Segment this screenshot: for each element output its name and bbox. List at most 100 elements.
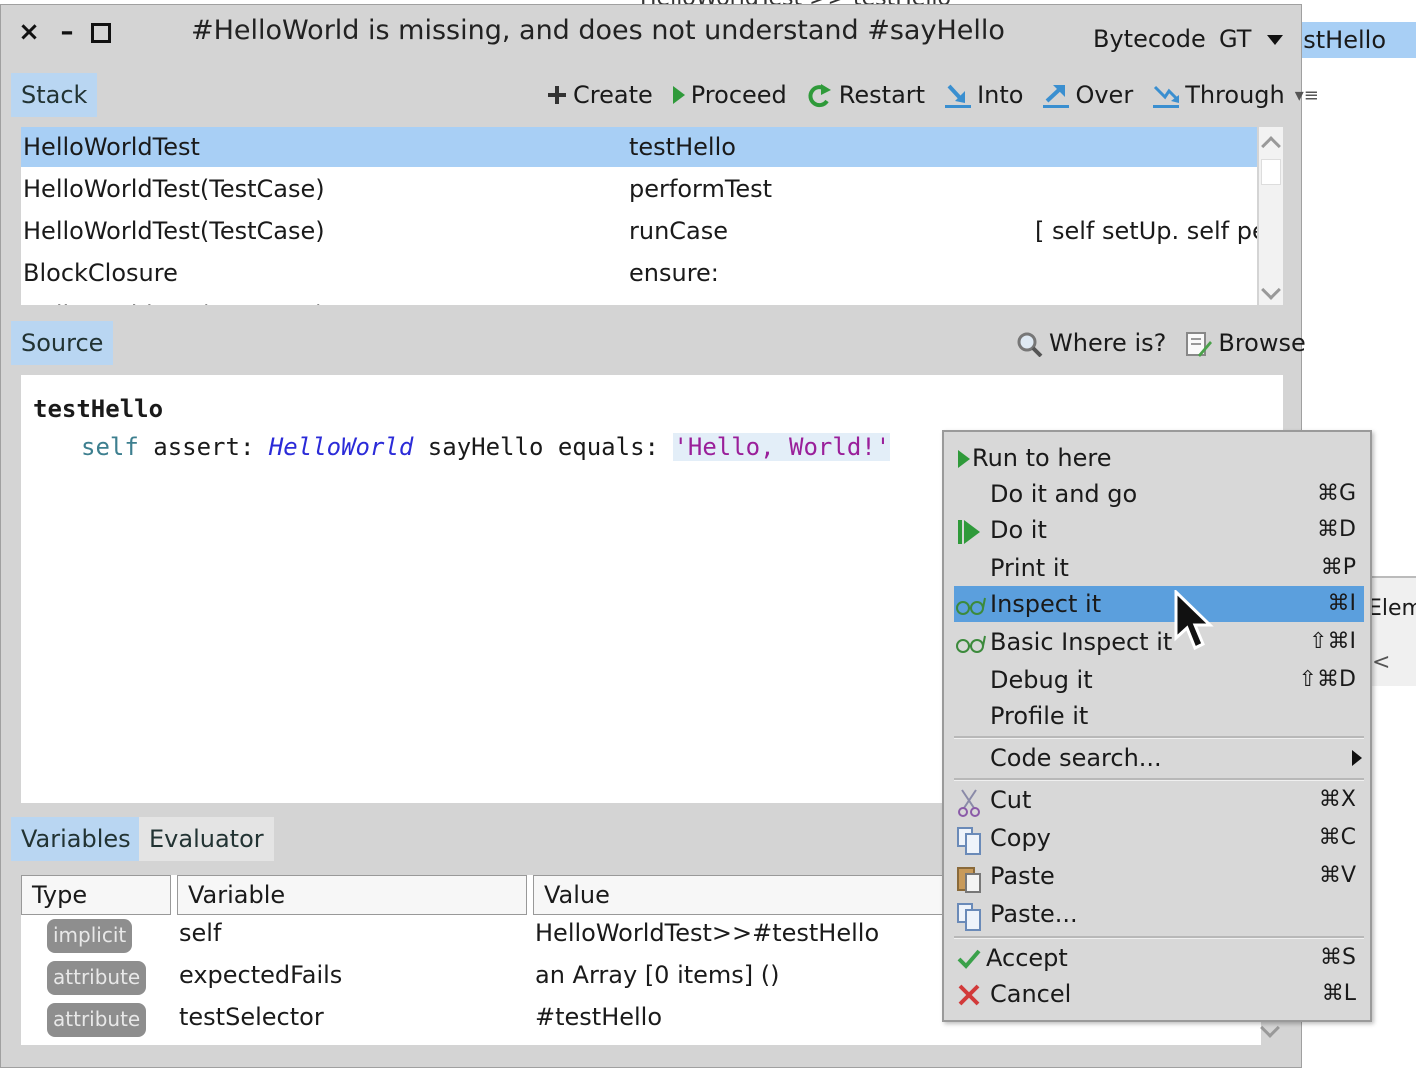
play-icon (956, 518, 982, 544)
bytecode-button[interactable]: Bytecode (1093, 25, 1206, 53)
menu-item-code-search[interactable]: Code search... (954, 740, 1364, 776)
menu-shortcut: ⌘X (1318, 787, 1356, 812)
stack-list: HelloWorldTest testHello HelloWorldTest(… (21, 127, 1257, 305)
maximize-icon[interactable] (91, 23, 111, 43)
menu-label: Cancel (990, 980, 1072, 1008)
tab-stack[interactable]: Stack (11, 73, 98, 117)
variable-name[interactable]: expectedFails (179, 961, 342, 989)
stack-row[interactable]: HelloWorldTest(TestCase) runCase (21, 295, 1257, 305)
background-window-selection[interactable]: testHello (1300, 22, 1416, 58)
stack-row[interactable]: BlockClosure ensure: (21, 253, 1257, 293)
scroll-thumb[interactable] (1261, 159, 1281, 185)
tab-source[interactable]: Source (11, 321, 114, 365)
variable-name[interactable]: testSelector (179, 1003, 324, 1031)
menu-item-paste-ellipsis[interactable]: Paste... (954, 896, 1364, 932)
close-icon[interactable]: × (15, 17, 43, 47)
scroll-down-icon[interactable] (1261, 280, 1281, 300)
variable-value[interactable]: #testHello (535, 1003, 662, 1031)
browse-icon (1184, 331, 1214, 357)
through-button[interactable]: Through (1151, 81, 1285, 109)
menu-item-inspect-it[interactable]: Inspect it ⌘I (954, 586, 1364, 622)
type-badge: attribute (47, 961, 147, 995)
menu-item-debug-it[interactable]: Debug it ⇧⌘D (954, 662, 1364, 698)
column-header-variable[interactable]: Variable (177, 875, 527, 915)
menu-item-paste[interactable]: Paste ⌘V (954, 858, 1364, 894)
where-is-button[interactable]: Where is? (1015, 329, 1167, 358)
menu-item-profile-it[interactable]: Profile it (954, 698, 1364, 734)
restart-icon (805, 83, 835, 108)
menu-shortcut: ⌘G (1316, 481, 1356, 506)
column-header-value[interactable]: Value (533, 875, 953, 915)
menu-item-cancel[interactable]: Cancel ⌘L (954, 976, 1364, 1012)
over-button[interactable]: Over (1041, 81, 1133, 109)
proceed-button[interactable]: Proceed (671, 81, 787, 109)
variable-name[interactable]: self (179, 919, 221, 947)
menu-item-basic-inspect-it[interactable]: Basic Inspect it ⇧⌘I (954, 624, 1364, 660)
menu-item-run-to-here[interactable]: Run to here (954, 440, 1364, 476)
paste-icon (956, 864, 982, 893)
menu-item-print-it[interactable]: Print it ⌘P (954, 550, 1364, 586)
minimize-icon[interactable]: – (53, 17, 81, 47)
menu-shortcut: ⇧⌘D (1298, 667, 1356, 692)
menu-item-copy[interactable]: Copy ⌘C (954, 820, 1364, 856)
source-toolbar: Where is? Browse (997, 325, 1306, 361)
menu-shortcut: ⌘L (1321, 981, 1356, 1006)
create-label: Create (573, 81, 653, 109)
menu-item-do-it[interactable]: Do it ⌘D (954, 512, 1364, 548)
menu-shortcut: ⇧⌘I (1309, 629, 1356, 654)
stack-method: runCase (629, 217, 729, 245)
where-is-label: Where is? (1049, 329, 1167, 357)
stack-row[interactable]: HelloWorldTest(TestCase) runCase [ self … (21, 211, 1257, 251)
menu-label: Do it (990, 516, 1047, 544)
stack-scrollbar[interactable] (1259, 127, 1283, 305)
plus-icon (545, 83, 569, 107)
stack-row[interactable]: HelloWorldTest testHello (21, 127, 1257, 167)
into-button[interactable]: Into (943, 81, 1023, 109)
tab-evaluator[interactable]: Evaluator (139, 817, 274, 861)
browse-label: Browse (1218, 329, 1306, 357)
stack-method: ensure: (629, 259, 719, 287)
over-label: Over (1075, 81, 1134, 109)
into-label: Into (977, 81, 1024, 109)
scroll-up-icon[interactable] (1261, 136, 1281, 156)
toolbar-menu-icon[interactable]: ▾≡ (1295, 85, 1319, 106)
menu-label: Profile it (990, 702, 1089, 730)
menu-item-cut[interactable]: Cut ⌘X (954, 782, 1364, 818)
tab-variables[interactable]: Variables (11, 817, 141, 861)
menu-shortcut: ⌘D (1317, 517, 1356, 542)
menu-label: Copy (990, 824, 1051, 852)
menu-label: Run to here (972, 444, 1112, 472)
stack-method: performTest (629, 175, 773, 203)
menu-item-do-it-and-go[interactable]: Do it and go ⌘G (954, 476, 1364, 512)
menu-item-accept[interactable]: Accept ⌘S (954, 940, 1364, 976)
menu-separator (954, 778, 1364, 781)
browse-button[interactable]: Browse (1184, 329, 1306, 357)
code-send: sayHello equals: (413, 433, 674, 461)
glasses-icon (956, 630, 986, 656)
menu-label: Paste (990, 862, 1055, 890)
code-line: self assert: HelloWorld sayHello equals:… (81, 433, 891, 461)
menu-label: Code search... (990, 744, 1162, 772)
chevron-left-icon[interactable]: < (1372, 650, 1390, 675)
menu-label: Do it and go (990, 480, 1138, 508)
menu-label: Cut (990, 786, 1032, 814)
column-header-type[interactable]: Type (21, 875, 171, 915)
step-over-icon (1041, 83, 1071, 108)
variable-value[interactable]: an Array [0 items] () (535, 961, 780, 989)
stack-receiver: HelloWorldTest(TestCase) (23, 175, 325, 203)
proceed-label: Proceed (690, 81, 787, 109)
gt-button[interactable]: GT (1219, 25, 1251, 53)
create-button[interactable]: Create (545, 81, 653, 109)
type-badge: implicit (47, 919, 133, 953)
restart-button[interactable]: Restart (805, 81, 925, 109)
menu-shortcut: ⌘C (1318, 825, 1356, 850)
chevron-down-icon[interactable] (1267, 35, 1283, 45)
menu-label: Accept (986, 944, 1068, 972)
magnifier-icon (1015, 331, 1045, 358)
variable-value[interactable]: HelloWorldTest>>#testHello (535, 919, 879, 947)
background-window-fragment[interactable]: Elemen < (1366, 576, 1416, 686)
title-bar[interactable]: × – #HelloWorld is missing, and does not… (1, 5, 1301, 63)
stack-row[interactable]: HelloWorldTest(TestCase) performTest (21, 169, 1257, 209)
step-through-icon (1151, 83, 1181, 108)
menu-label: Basic Inspect it (990, 628, 1173, 656)
